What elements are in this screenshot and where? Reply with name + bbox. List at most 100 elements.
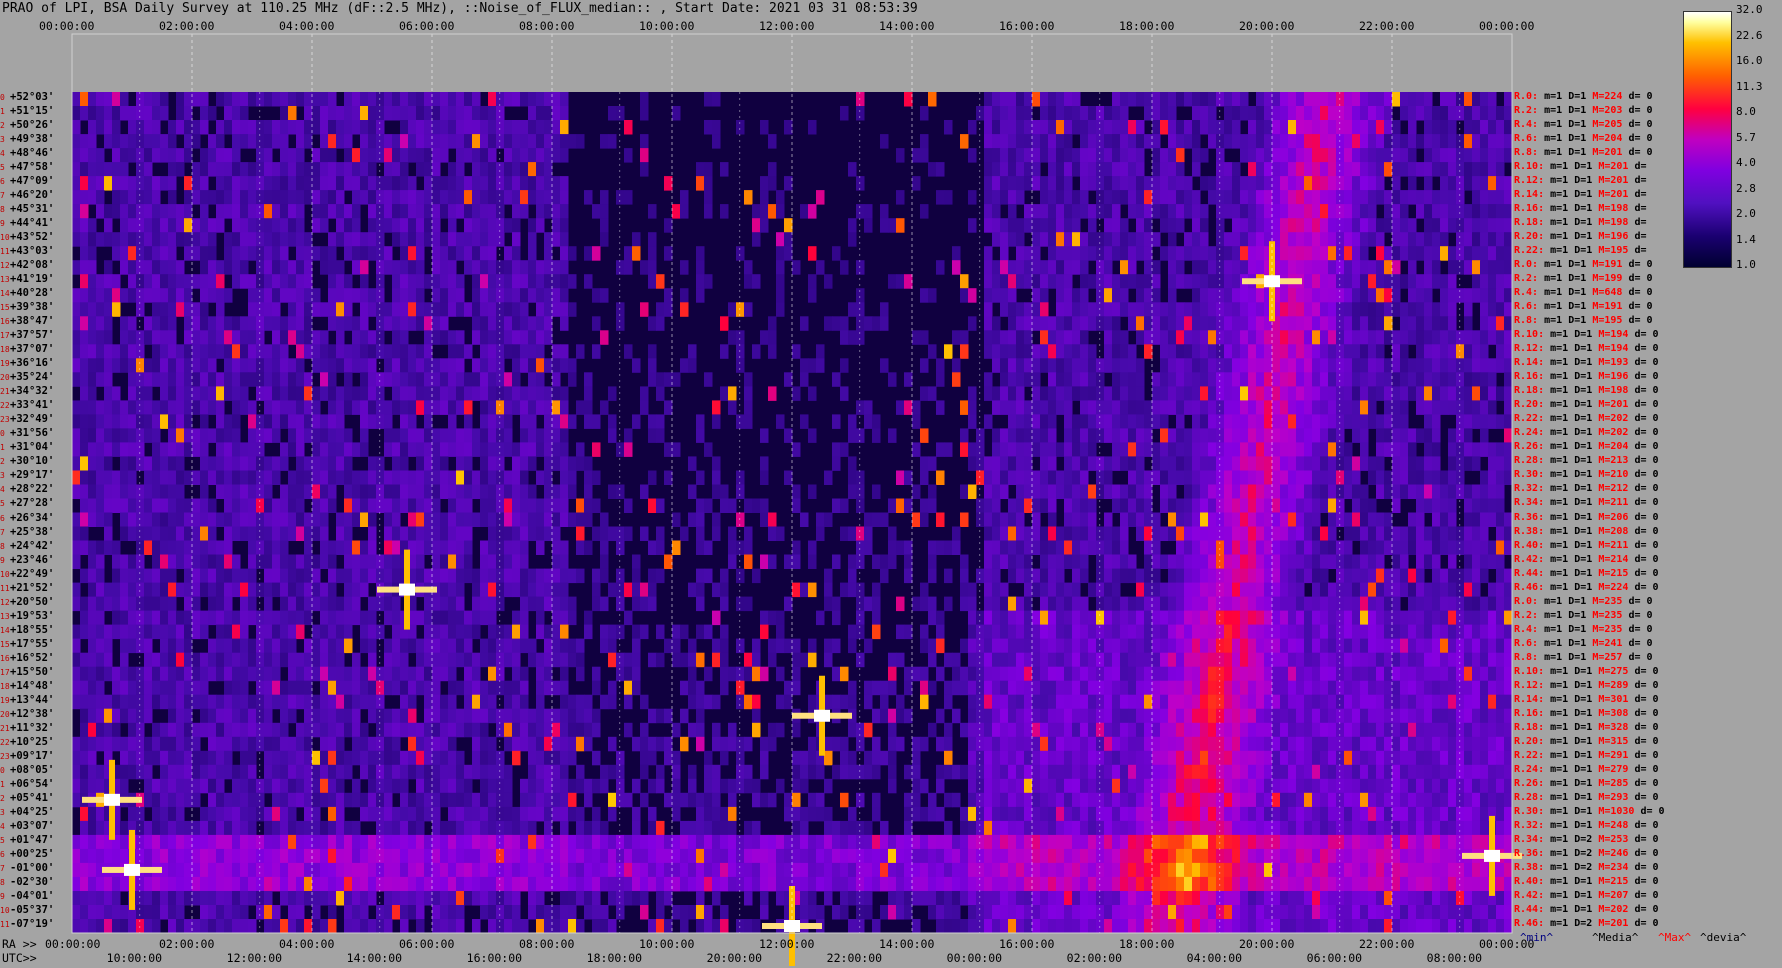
heatmap-cell xyxy=(1448,498,1457,513)
heatmap-cell xyxy=(1008,232,1017,247)
heatmap-cell xyxy=(1344,232,1353,247)
heatmap-cell xyxy=(136,148,145,163)
heatmap-cell xyxy=(344,400,353,415)
heatmap-cell xyxy=(1496,218,1505,233)
heatmap-cell xyxy=(1488,176,1497,191)
heatmap-cell xyxy=(1240,288,1249,303)
heatmap-cell xyxy=(1344,596,1353,612)
heatmap-cell xyxy=(1256,596,1265,612)
heatmap-cell xyxy=(808,428,817,443)
heatmap-cell xyxy=(488,470,497,485)
heatmap-cell xyxy=(144,134,153,149)
heatmap-cell xyxy=(1472,288,1481,303)
heatmap-cell xyxy=(1304,106,1313,121)
heatmap-cell xyxy=(1192,148,1201,163)
heatmap-cell xyxy=(96,204,105,219)
heatmap-cell xyxy=(1376,330,1385,345)
heatmap-cell xyxy=(72,428,81,443)
heatmap-cell xyxy=(368,134,377,149)
heatmap-cell xyxy=(408,106,417,121)
heatmap-cell xyxy=(1472,134,1481,149)
heatmap-cell xyxy=(1360,330,1369,345)
heatmap-cell xyxy=(520,526,529,541)
heatmap-cell xyxy=(560,442,569,457)
heatmap-cell xyxy=(1144,582,1153,598)
heatmap-cell xyxy=(1080,596,1089,612)
heatmap-cell xyxy=(1024,274,1033,289)
heatmap-cell xyxy=(624,344,633,359)
heatmap-cell xyxy=(432,484,441,499)
heatmap-cell xyxy=(448,498,457,513)
heatmap-cell xyxy=(1472,148,1481,163)
heatmap-cell xyxy=(448,582,457,598)
heatmap-cell xyxy=(848,526,857,541)
heatmap-cell xyxy=(392,540,401,555)
heatmap-cell xyxy=(864,414,873,429)
heatmap-cell xyxy=(312,596,321,612)
heatmap-cell xyxy=(1160,386,1169,401)
heatmap-cell xyxy=(1056,246,1065,261)
heatmap-cell xyxy=(592,246,601,261)
heatmap-cell xyxy=(1336,484,1345,499)
heatmap-cell xyxy=(1152,512,1161,527)
heatmap-cell xyxy=(552,302,561,317)
heatmap-cell xyxy=(976,456,985,471)
heatmap-cell xyxy=(288,190,297,205)
heatmap-cell xyxy=(392,498,401,513)
heatmap-cell xyxy=(760,176,769,191)
heatmap-cell xyxy=(368,512,377,527)
heatmap-cell xyxy=(1304,330,1313,345)
heatmap-cell xyxy=(936,358,945,373)
heatmap-cell xyxy=(1360,358,1369,373)
heatmap-cell xyxy=(1272,176,1281,191)
heatmap-cell xyxy=(1408,442,1417,457)
heatmap-cell xyxy=(776,232,785,247)
heatmap-cell xyxy=(1176,540,1185,555)
heatmap-cell xyxy=(488,540,497,555)
heatmap-cell xyxy=(536,190,545,205)
heatmap-cell xyxy=(1480,372,1489,387)
heatmap-cell xyxy=(1408,456,1417,471)
heatmap-cell xyxy=(80,358,89,373)
heatmap-cell xyxy=(1336,176,1345,191)
heatmap-cell xyxy=(1400,554,1409,569)
heatmap-cell xyxy=(1096,162,1105,177)
heatmap-cell xyxy=(1104,540,1113,555)
heatmap-cell xyxy=(1384,596,1393,612)
heatmap-cell xyxy=(264,456,273,471)
heatmap-cell xyxy=(1160,344,1169,359)
heatmap-cell xyxy=(472,92,481,107)
heatmap-cell xyxy=(120,484,129,499)
heatmap-cell xyxy=(1256,582,1265,598)
heatmap-cell xyxy=(1136,414,1145,429)
heatmap-cell xyxy=(544,232,553,247)
heatmap-cell xyxy=(600,400,609,415)
heatmap-cell xyxy=(432,498,441,513)
heatmap-cell xyxy=(480,190,489,205)
heatmap-cell xyxy=(392,386,401,401)
heatmap-cell xyxy=(1136,204,1145,219)
heatmap-cell xyxy=(480,162,489,177)
heatmap-cell xyxy=(1280,442,1289,457)
heatmap-cell xyxy=(1256,456,1265,471)
heatmap-cell xyxy=(1176,176,1185,191)
heatmap-cell xyxy=(776,204,785,219)
heatmap-cell xyxy=(80,134,89,149)
heatmap-cell xyxy=(800,512,809,527)
heatmap-cell xyxy=(920,148,929,163)
heatmap-cell xyxy=(1248,400,1257,415)
heatmap-cell xyxy=(344,148,353,163)
heatmap-cell xyxy=(496,176,505,191)
heatmap-cell xyxy=(352,582,361,598)
heatmap-cell xyxy=(1424,288,1433,303)
heatmap-cell xyxy=(272,316,281,331)
heatmap-cell xyxy=(368,288,377,303)
heatmap-cell xyxy=(1464,610,1473,626)
heatmap-cell xyxy=(856,554,865,569)
heatmap-cell xyxy=(1448,386,1457,401)
heatmap-cell xyxy=(432,288,441,303)
heatmap-cell xyxy=(112,162,121,177)
heatmap-cell xyxy=(744,260,753,275)
heatmap-cell xyxy=(1000,428,1009,443)
heatmap-cell xyxy=(1064,316,1073,331)
